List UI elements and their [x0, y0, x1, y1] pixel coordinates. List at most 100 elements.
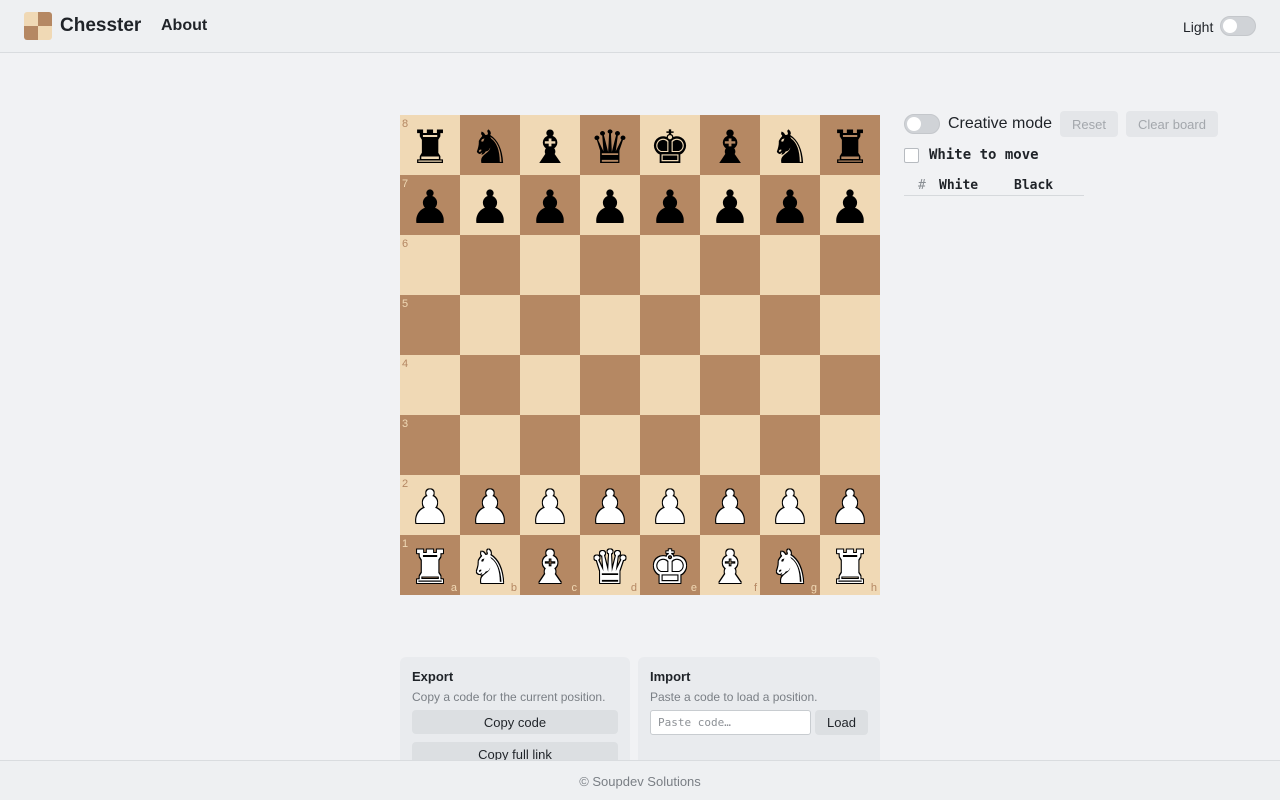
white-rook-icon[interactable]: ♜	[400, 535, 460, 595]
square-g8[interactable]: ♞	[760, 115, 820, 175]
black-pawn-icon[interactable]: ♟	[700, 175, 760, 235]
black-pawn-icon[interactable]: ♟	[760, 175, 820, 235]
square-d2[interactable]: ♟	[580, 475, 640, 535]
black-pawn-icon[interactable]: ♟	[460, 175, 520, 235]
copy-code-button[interactable]: Copy code	[412, 710, 618, 734]
black-pawn-icon[interactable]: ♟	[640, 175, 700, 235]
square-h4[interactable]	[820, 355, 880, 415]
square-a1[interactable]: 1 a ♜	[400, 535, 460, 595]
square-h3[interactable]	[820, 415, 880, 475]
square-e4[interactable]	[640, 355, 700, 415]
white-pawn-icon[interactable]: ♟	[820, 475, 880, 535]
white-queen-icon[interactable]: ♛	[580, 535, 640, 595]
square-b2[interactable]: ♟	[460, 475, 520, 535]
black-knight-icon[interactable]: ♞	[460, 115, 520, 175]
square-e1[interactable]: e ♚	[640, 535, 700, 595]
square-c2[interactable]: ♟	[520, 475, 580, 535]
square-f1[interactable]: f ♝	[700, 535, 760, 595]
square-h5[interactable]	[820, 295, 880, 355]
square-b5[interactable]	[460, 295, 520, 355]
square-e3[interactable]	[640, 415, 700, 475]
black-king-icon[interactable]: ♚	[640, 115, 700, 175]
white-pawn-icon[interactable]: ♟	[460, 475, 520, 535]
square-b8[interactable]: ♞	[460, 115, 520, 175]
white-bishop-icon[interactable]: ♝	[520, 535, 580, 595]
square-h8[interactable]: ♜	[820, 115, 880, 175]
black-pawn-icon[interactable]: ♟	[820, 175, 880, 235]
white-rook-icon[interactable]: ♜	[820, 535, 880, 595]
square-b1[interactable]: b ♞	[460, 535, 520, 595]
square-a7[interactable]: 7 ♟	[400, 175, 460, 235]
square-d7[interactable]: ♟	[580, 175, 640, 235]
reset-button[interactable]: Reset	[1060, 111, 1118, 137]
black-pawn-icon[interactable]: ♟	[580, 175, 640, 235]
black-pawn-icon[interactable]: ♟	[520, 175, 580, 235]
black-pawn-icon[interactable]: ♟	[400, 175, 460, 235]
square-d1[interactable]: d ♛	[580, 535, 640, 595]
square-c5[interactable]	[520, 295, 580, 355]
square-f4[interactable]	[700, 355, 760, 415]
square-c1[interactable]: c ♝	[520, 535, 580, 595]
square-c8[interactable]: ♝	[520, 115, 580, 175]
white-pawn-icon[interactable]: ♟	[760, 475, 820, 535]
creative-mode-toggle[interactable]	[904, 114, 940, 134]
square-f6[interactable]	[700, 235, 760, 295]
square-e5[interactable]	[640, 295, 700, 355]
square-e2[interactable]: ♟	[640, 475, 700, 535]
white-bishop-icon[interactable]: ♝	[700, 535, 760, 595]
chess-board-logo-icon[interactable]	[24, 12, 52, 40]
square-e7[interactable]: ♟	[640, 175, 700, 235]
white-knight-icon[interactable]: ♞	[760, 535, 820, 595]
black-queen-icon[interactable]: ♛	[580, 115, 640, 175]
square-a8[interactable]: 8 ♜	[400, 115, 460, 175]
square-c4[interactable]	[520, 355, 580, 415]
square-e6[interactable]	[640, 235, 700, 295]
white-knight-icon[interactable]: ♞	[460, 535, 520, 595]
white-king-icon[interactable]: ♚	[640, 535, 700, 595]
square-f5[interactable]	[700, 295, 760, 355]
square-d4[interactable]	[580, 355, 640, 415]
square-h7[interactable]: ♟	[820, 175, 880, 235]
square-b6[interactable]	[460, 235, 520, 295]
square-h1[interactable]: h ♜	[820, 535, 880, 595]
square-g4[interactable]	[760, 355, 820, 415]
brand-name[interactable]: Chesster	[60, 15, 141, 37]
white-pawn-icon[interactable]: ♟	[580, 475, 640, 535]
black-rook-icon[interactable]: ♜	[820, 115, 880, 175]
black-knight-icon[interactable]: ♞	[760, 115, 820, 175]
square-e8[interactable]: ♚	[640, 115, 700, 175]
white-pawn-icon[interactable]: ♟	[700, 475, 760, 535]
square-b7[interactable]: ♟	[460, 175, 520, 235]
square-g3[interactable]	[760, 415, 820, 475]
square-a3[interactable]: 3	[400, 415, 460, 475]
square-g2[interactable]: ♟	[760, 475, 820, 535]
square-g1[interactable]: g ♞	[760, 535, 820, 595]
square-g5[interactable]	[760, 295, 820, 355]
square-f8[interactable]: ♝	[700, 115, 760, 175]
square-d8[interactable]: ♛	[580, 115, 640, 175]
square-h6[interactable]	[820, 235, 880, 295]
square-h2[interactable]: ♟	[820, 475, 880, 535]
square-a4[interactable]: 4	[400, 355, 460, 415]
square-g6[interactable]	[760, 235, 820, 295]
load-button[interactable]: Load	[815, 710, 868, 735]
square-b3[interactable]	[460, 415, 520, 475]
theme-toggle[interactable]	[1220, 16, 1256, 36]
nav-about-link[interactable]: About	[161, 17, 207, 35]
square-a5[interactable]: 5	[400, 295, 460, 355]
black-rook-icon[interactable]: ♜	[400, 115, 460, 175]
square-c6[interactable]	[520, 235, 580, 295]
square-c3[interactable]	[520, 415, 580, 475]
square-b4[interactable]	[460, 355, 520, 415]
square-g7[interactable]: ♟	[760, 175, 820, 235]
square-d6[interactable]	[580, 235, 640, 295]
square-f2[interactable]: ♟	[700, 475, 760, 535]
chess-board[interactable]: 8 ♜ ♞ ♝ ♛ ♚ ♝ ♞ ♜ 7 ♟ ♟ ♟ ♟ ♟ ♟ ♟ ♟ 6 5 4 3 2 ♟ ♟ ♟ ♟ ♟ ♟ ♟ ♟ 1 a ♜ b ♞ c ♝ d ♛…	[400, 115, 880, 595]
white-pawn-icon[interactable]: ♟	[400, 475, 460, 535]
white-pawn-icon[interactable]: ♟	[640, 475, 700, 535]
square-f7[interactable]: ♟	[700, 175, 760, 235]
clear-board-button[interactable]: Clear board	[1126, 111, 1218, 137]
square-d3[interactable]	[580, 415, 640, 475]
square-c7[interactable]: ♟	[520, 175, 580, 235]
square-d5[interactable]	[580, 295, 640, 355]
